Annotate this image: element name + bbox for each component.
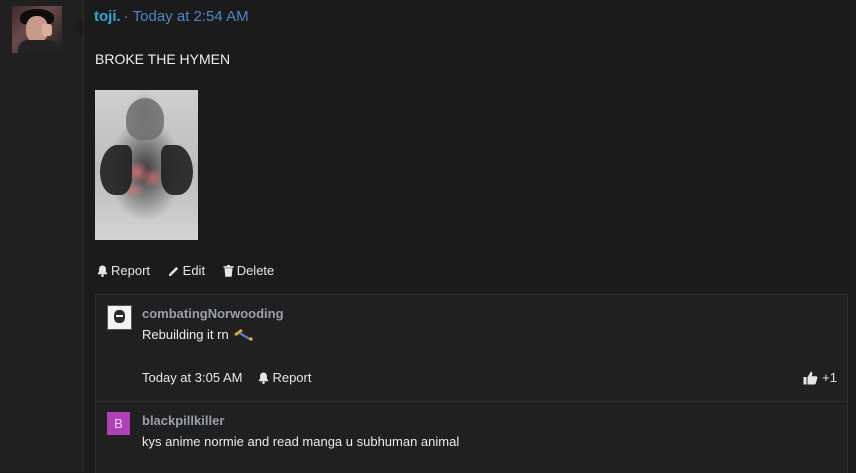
post-header: toji. · Today at 2:54 AM xyxy=(94,8,249,25)
pencil-icon xyxy=(168,266,178,276)
hammer-icon xyxy=(233,328,253,341)
post-image-attachment[interactable] xyxy=(95,90,198,240)
like-count: +1 xyxy=(822,370,837,385)
comment-text: kys anime normie and read manga u subhum… xyxy=(142,434,460,449)
report-button[interactable]: Report xyxy=(97,263,150,278)
comment-text: Rebuilding it rn xyxy=(142,327,229,342)
bell-icon xyxy=(97,265,108,277)
left-rail xyxy=(0,0,84,472)
like-button[interactable]: +1 xyxy=(803,370,837,385)
thumbs-up-icon xyxy=(803,371,818,384)
report-label: Report xyxy=(111,263,151,278)
comment-report-label: Report xyxy=(272,370,312,385)
poster-username[interactable]: toji. xyxy=(94,8,121,25)
edit-button[interactable]: Edit xyxy=(168,263,205,278)
bell-icon xyxy=(259,372,269,384)
comments-section: combatingNorwooding Rebuilding it rn Tod… xyxy=(95,294,848,473)
post-timestamp[interactable]: Today at 2:54 AM xyxy=(133,8,249,25)
comment-item: B blackpillkiller kys anime normie and r… xyxy=(96,402,847,473)
commenter-avatar[interactable]: B xyxy=(107,412,130,435)
trash-icon xyxy=(223,264,234,277)
separator: · xyxy=(123,8,129,25)
comment-text-row: Rebuilding it rn xyxy=(142,327,254,342)
post-actions: Report Edit Delete xyxy=(97,263,288,280)
edit-label: Edit xyxy=(182,263,206,278)
commenter-username[interactable]: combatingNorwooding xyxy=(142,306,284,321)
comment-timestamp[interactable]: Today at 3:05 AM xyxy=(142,370,242,385)
commenter-avatar[interactable] xyxy=(107,305,132,330)
delete-button[interactable]: Delete xyxy=(223,263,275,278)
commenter-username[interactable]: blackpillkiller xyxy=(142,413,224,428)
comment-item: combatingNorwooding Rebuilding it rn Tod… xyxy=(96,295,847,402)
delete-label: Delete xyxy=(236,263,275,278)
comment-meta: Today at 3:05 AM Report xyxy=(142,370,325,385)
poster-avatar[interactable] xyxy=(12,6,62,53)
comment-report-button[interactable]: Report xyxy=(258,370,311,385)
message-pointer xyxy=(70,18,83,36)
post-text: BROKE THE HYMEN xyxy=(95,51,231,67)
